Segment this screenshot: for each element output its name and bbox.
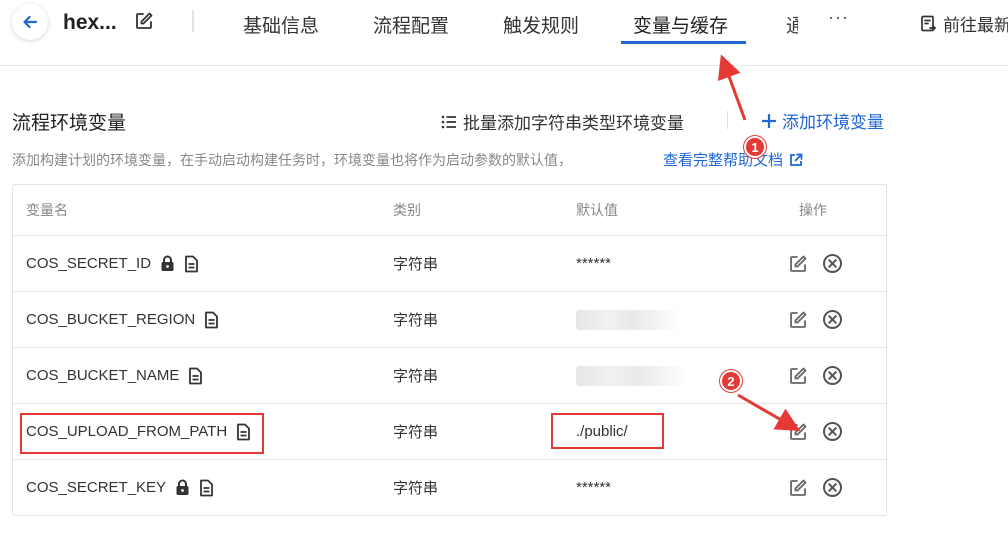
edit-icon[interactable]: [788, 254, 808, 274]
env-variables-table: 变量名 类别 默认值 操作 COS_SECRET_ID 字符串 ****** COS_…: [12, 184, 887, 516]
project-name: hex...: [63, 11, 117, 34]
document-arrow-icon: [921, 15, 937, 31]
tab-notifications[interactable]: 通: [786, 11, 798, 38]
header-type: 类别: [393, 202, 421, 218]
add-variable-label: 添加环境变量: [782, 113, 884, 132]
document-icon: [204, 311, 219, 329]
variable-name-cell: COS_SECRET_ID: [26, 236, 199, 291]
variable-type: 字符串: [393, 424, 439, 441]
active-tab-indicator: [621, 41, 746, 44]
variable-default-value: ******: [576, 460, 611, 515]
variable-name: COS_SECRET_KEY: [26, 479, 167, 496]
batch-add-button[interactable]: 批量添加字符串类型环境变量: [441, 109, 684, 134]
edit-icon: [136, 12, 153, 29]
document-icon: [184, 255, 199, 273]
goto-latest-label: 前往最新: [943, 16, 1008, 35]
row-actions: [788, 292, 843, 347]
highlight-variable-name: [20, 413, 264, 454]
lock-icon: [175, 479, 190, 496]
help-doc-label: 查看完整帮助文档: [663, 152, 784, 169]
variable-default-value: [576, 348, 688, 403]
edit-project-name-button[interactable]: [134, 11, 154, 31]
help-doc-link[interactable]: 查看完整帮助文档: [663, 149, 803, 170]
lock-icon: [160, 255, 175, 272]
variable-name: COS_BUCKET_NAME: [26, 367, 180, 384]
variable-type: 字符串: [393, 480, 439, 497]
variable-name-cell: COS_BUCKET_REGION: [26, 292, 219, 347]
tab-basic-info[interactable]: 基础信息: [243, 11, 319, 38]
header-default: 默认值: [576, 202, 618, 218]
row-actions: [788, 460, 843, 515]
annotation-badge-2: 2: [720, 370, 742, 392]
document-icon: [199, 479, 214, 497]
close-circle-icon[interactable]: [822, 477, 843, 498]
arrow-left-icon: [23, 15, 38, 29]
variable-default-value: [576, 292, 681, 347]
tab-trigger-rules[interactable]: 触发规则: [503, 11, 579, 38]
tab-variables-cache[interactable]: 变量与缓存: [633, 11, 728, 38]
variable-type: 字符串: [393, 256, 439, 273]
top-navigation: hex... 基础信息 流程配置 触发规则 变量与缓存 通 ··· 前往最新: [0, 0, 1008, 66]
tab-pipeline-config[interactable]: 流程配置: [373, 11, 449, 38]
row-actions: [788, 404, 843, 459]
variable-name-cell: COS_SECRET_KEY: [26, 460, 214, 515]
variable-name: COS_BUCKET_REGION: [26, 311, 196, 328]
table-body: COS_SECRET_ID 字符串 ****** COS_BUCKET_REGION 字…: [13, 235, 886, 515]
close-circle-icon[interactable]: [822, 421, 843, 442]
goto-latest-link[interactable]: 前往最新: [920, 11, 1008, 36]
variable-type: 字符串: [393, 368, 439, 385]
external-link-icon: [790, 153, 803, 166]
row-actions: [788, 348, 843, 403]
plus-icon: [762, 113, 776, 128]
annotation-badge-1: 1: [744, 136, 766, 158]
document-icon: [188, 367, 203, 385]
edit-icon[interactable]: [788, 422, 808, 442]
header-ops: 操作: [799, 202, 827, 218]
variable-name-cell: COS_BUCKET_NAME: [26, 348, 203, 403]
edit-icon[interactable]: [788, 478, 808, 498]
default-value-text: ******: [576, 479, 612, 496]
close-circle-icon[interactable]: [822, 253, 843, 274]
default-value-text: ******: [576, 255, 612, 272]
table-row: COS_SECRET_ID 字符串 ******: [13, 235, 886, 291]
batch-add-label: 批量添加字符串类型环境变量: [463, 114, 684, 133]
table-row: COS_SECRET_KEY 字符串 ******: [13, 459, 886, 515]
blurred-value: [576, 365, 688, 386]
table-row: COS_BUCKET_NAME 字符串: [13, 347, 886, 403]
edit-icon[interactable]: [788, 366, 808, 386]
variable-name: COS_SECRET_ID: [26, 255, 152, 272]
list-icon: [441, 115, 456, 128]
table-header-row: 变量名 类别 默认值 操作: [13, 185, 886, 235]
divider: [192, 10, 194, 32]
add-variable-button[interactable]: 添加环境变量: [762, 108, 884, 133]
section-title: 流程环境变量: [12, 113, 127, 134]
back-button[interactable]: [12, 4, 48, 40]
close-circle-icon[interactable]: [822, 365, 843, 386]
more-tabs-button[interactable]: ···: [828, 7, 849, 28]
variable-type: 字符串: [393, 312, 439, 329]
table-row: COS_BUCKET_REGION 字符串: [13, 291, 886, 347]
pipeline-settings-page: hex... 基础信息 流程配置 触发规则 变量与缓存 通 ··· 前往最新 流…: [0, 0, 1008, 538]
header-name: 变量名: [26, 202, 68, 218]
section-description: 添加构建计划的环境变量，在手动启动构建任务时，环境变量也将作为启动参数的默认值，: [12, 152, 572, 168]
highlight-default-value: [551, 413, 664, 449]
divider: [727, 111, 728, 129]
blurred-value: [576, 309, 681, 330]
close-circle-icon[interactable]: [822, 309, 843, 330]
row-actions: [788, 236, 843, 291]
edit-icon[interactable]: [788, 310, 808, 330]
variable-default-value: ******: [576, 236, 611, 291]
